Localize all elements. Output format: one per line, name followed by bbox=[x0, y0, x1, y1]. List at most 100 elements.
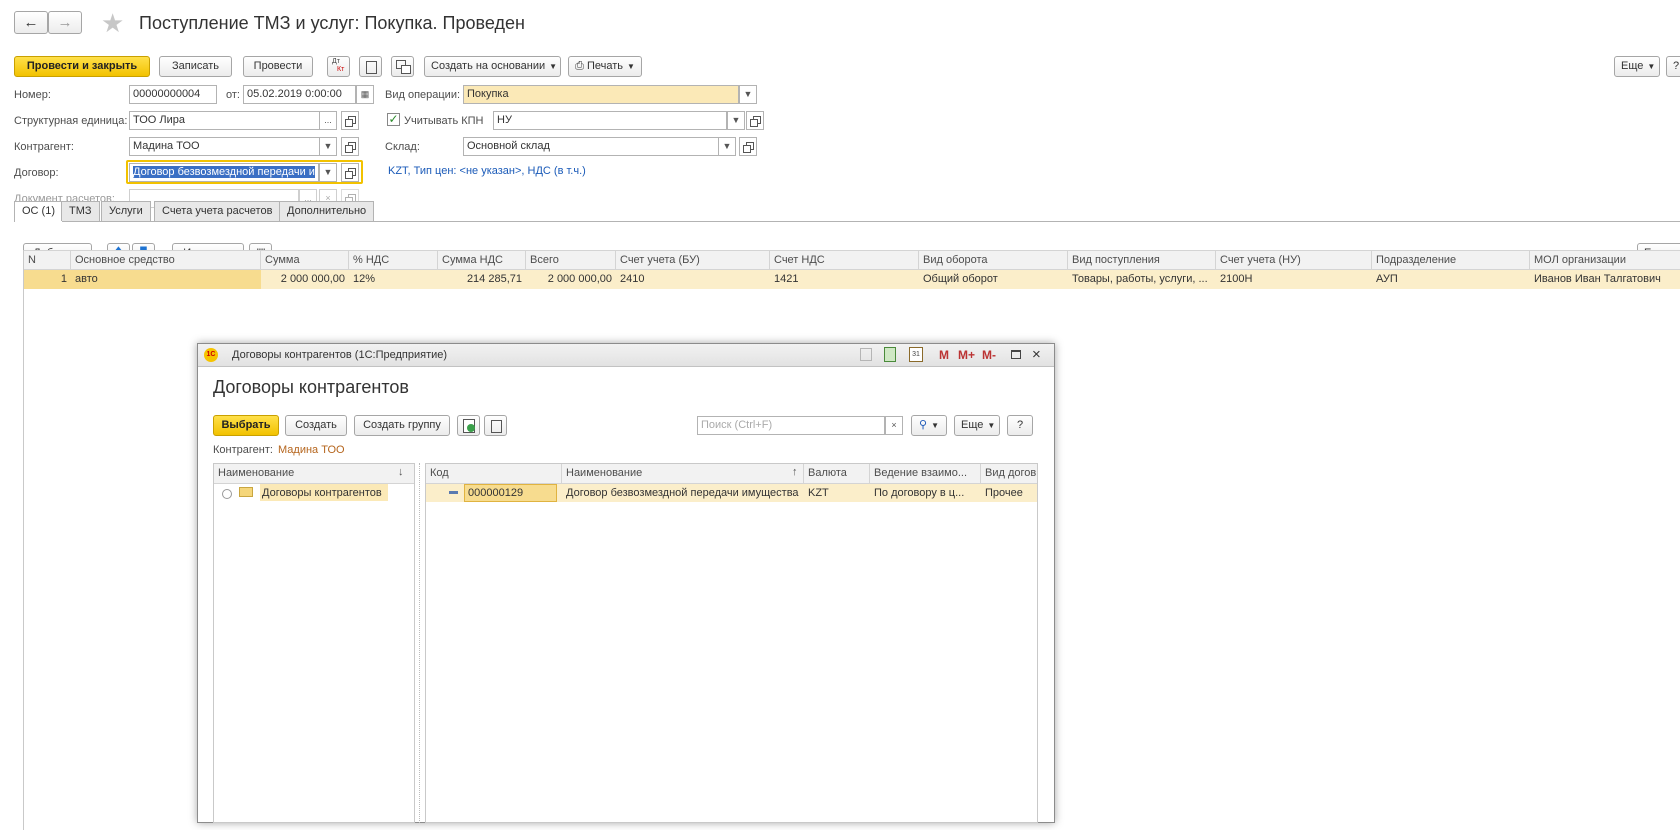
warehouse-dropdown-icon[interactable]: ▼ bbox=[718, 137, 736, 156]
sort-up-icon: ↑ bbox=[792, 466, 798, 478]
list-col-settlement[interactable]: Ведение взаимо... bbox=[874, 467, 967, 479]
cell-vat-sum: 214 285,71 bbox=[466, 273, 522, 285]
contract-field[interactable]: Договор безвозмездной передачи и bbox=[129, 163, 319, 182]
post-button[interactable]: Провести bbox=[243, 56, 313, 77]
dialog-create-button[interactable]: Создать bbox=[285, 415, 347, 436]
favorite-star-icon[interactable]: ★ bbox=[101, 8, 124, 39]
dt-kt-icon[interactable]: Дт Кт bbox=[327, 56, 350, 77]
unit-field[interactable]: ТОО Лира bbox=[129, 111, 337, 130]
post-and-close-button[interactable]: Провести и закрыть bbox=[14, 56, 150, 77]
memory-plus-button[interactable]: M+ bbox=[958, 348, 975, 362]
dialog-window-title: Договоры контрагентов (1С:Предприятие) bbox=[232, 349, 448, 361]
list-row-name: Договор безвозмездной передачи имущества bbox=[566, 487, 799, 499]
col-vat-sum[interactable]: Сумма НДС bbox=[438, 251, 526, 270]
unit-label: Структурная единица: bbox=[14, 115, 128, 127]
col-account-bu[interactable]: Счет учета (БУ) bbox=[616, 251, 770, 270]
list-col-currency[interactable]: Валюта bbox=[808, 467, 847, 479]
document-list-icon[interactable] bbox=[359, 56, 382, 77]
operation-field[interactable]: Покупка bbox=[463, 85, 739, 104]
col-asset[interactable]: Основное средство bbox=[71, 251, 261, 270]
tree-radio-icon[interactable] bbox=[222, 489, 232, 499]
help-button[interactable]: ? bbox=[1666, 56, 1680, 77]
col-total[interactable]: Всего bbox=[526, 251, 616, 270]
col-mol[interactable]: МОЛ организации bbox=[1530, 251, 1680, 270]
operation-dropdown-icon[interactable]: ▼ bbox=[739, 85, 757, 104]
1c-logo-icon: 1С bbox=[204, 348, 218, 362]
tab-additional[interactable]: Дополнительно bbox=[279, 201, 375, 221]
tab-tmz[interactable]: ТМЗ bbox=[61, 201, 100, 221]
tab-services[interactable]: Услуги bbox=[101, 201, 151, 221]
unit-open-icon[interactable] bbox=[341, 111, 359, 130]
tab-os[interactable]: ОС (1) bbox=[14, 201, 63, 222]
warehouse-field[interactable]: Основной склад bbox=[463, 137, 727, 156]
tab-settlement-accounts[interactable]: Счета учета расчетов bbox=[154, 201, 281, 221]
col-n[interactable]: N bbox=[24, 251, 71, 270]
copy-icon[interactable] bbox=[457, 415, 480, 436]
kpn-checkbox[interactable]: ✓ bbox=[387, 113, 400, 126]
col-vat-rate[interactable]: % НДС bbox=[349, 251, 438, 270]
maximize-icon[interactable] bbox=[1011, 350, 1021, 359]
price-info-link[interactable]: KZT, Тип цен: <не указан>, НДС (в т.ч.) bbox=[388, 165, 586, 177]
memory-m-button[interactable]: M bbox=[939, 348, 949, 362]
save-button[interactable]: Записать bbox=[159, 56, 232, 77]
search-clear-icon[interactable]: × bbox=[885, 416, 903, 435]
list-col-divider bbox=[561, 464, 562, 483]
structure-icon[interactable] bbox=[391, 56, 414, 77]
col-receipt-type[interactable]: Вид поступления bbox=[1068, 251, 1216, 270]
number-field[interactable]: 00000000004 bbox=[129, 85, 217, 104]
tree-header[interactable]: Наименование bbox=[218, 467, 294, 479]
calendar-icon[interactable]: 31 bbox=[909, 347, 923, 362]
contracts-dialog: 1С Договоры контрагентов (1С:Предприятие… bbox=[197, 343, 1055, 823]
col-sum[interactable]: Сумма bbox=[261, 251, 349, 270]
cell-sum: 2 000 000,00 bbox=[280, 273, 345, 285]
kpn-field[interactable]: НУ bbox=[493, 111, 727, 130]
list-row-code-cell: 000000129 bbox=[464, 484, 557, 502]
kpn-open-icon[interactable] bbox=[746, 111, 764, 130]
col-vat-account[interactable]: Счет НДС bbox=[770, 251, 919, 270]
calculator-icon[interactable] bbox=[884, 347, 896, 362]
forward-button[interactable]: → bbox=[48, 11, 82, 34]
counterparty-label: Контрагент: bbox=[14, 141, 74, 153]
search-input[interactable]: Поиск (Ctrl+F) bbox=[697, 416, 885, 435]
search-button[interactable]: ⚲ ▼ bbox=[911, 415, 947, 436]
number-label: Номер: bbox=[14, 89, 51, 101]
dialog-counterparty-label: Контрагент: bbox=[213, 444, 273, 456]
list-col-divider bbox=[803, 464, 804, 483]
print-button[interactable]: ⎙ Печать ▼ bbox=[568, 56, 642, 77]
contract-dropdown-icon[interactable]: ▼ bbox=[319, 163, 337, 182]
select-button[interactable]: Выбрать bbox=[213, 415, 279, 436]
create-group-button[interactable]: Создать группу bbox=[354, 415, 450, 436]
counterparty-open-icon[interactable] bbox=[341, 137, 359, 156]
dialog-more-button[interactable]: Еще ▼ bbox=[954, 415, 1000, 436]
warehouse-open-icon[interactable] bbox=[739, 137, 757, 156]
cell-total: 2 000 000,00 bbox=[547, 273, 612, 285]
contract-open-icon[interactable] bbox=[341, 163, 359, 182]
list-col-type[interactable]: Вид догов bbox=[985, 467, 1036, 479]
counterparty-dropdown-icon[interactable]: ▼ bbox=[319, 137, 337, 156]
back-button[interactable]: ← bbox=[14, 11, 48, 34]
col-turnover-type[interactable]: Вид оборота bbox=[919, 251, 1068, 270]
list-col-divider bbox=[980, 464, 981, 483]
col-account-nu[interactable]: Счет учета (НУ) bbox=[1216, 251, 1372, 270]
cell-n: 1 bbox=[60, 273, 67, 285]
list-col-name[interactable]: Наименование bbox=[566, 467, 642, 479]
close-icon[interactable]: × bbox=[1032, 346, 1041, 363]
cell-turnover-type: Общий оборот bbox=[923, 273, 998, 285]
dialog-counterparty-value[interactable]: Мадина ТОО bbox=[278, 444, 345, 456]
date-field[interactable]: 05.02.2019 0:00:00 bbox=[243, 85, 356, 104]
unit-select-icon[interactable]: ... bbox=[319, 111, 337, 130]
calendar-icon[interactable]: ▦ bbox=[356, 85, 374, 104]
list-col-code[interactable]: Код bbox=[430, 467, 449, 479]
more-button[interactable]: Еще ▼ bbox=[1614, 56, 1660, 77]
counterparty-field[interactable]: Мадина ТОО bbox=[129, 137, 337, 156]
create-based-on-button[interactable]: Создать на основании ▼ bbox=[424, 56, 561, 77]
list-icon[interactable] bbox=[484, 415, 507, 436]
contract-label: Договор: bbox=[14, 167, 59, 179]
dialog-help-button[interactable]: ? bbox=[1007, 415, 1033, 436]
print-icon[interactable] bbox=[860, 348, 872, 361]
memory-minus-button[interactable]: M- bbox=[982, 348, 996, 362]
panel-splitter[interactable] bbox=[419, 463, 422, 823]
col-department[interactable]: Подразделение bbox=[1372, 251, 1530, 270]
cell-department: АУП bbox=[1376, 273, 1398, 285]
kpn-dropdown-icon[interactable]: ▼ bbox=[727, 111, 745, 130]
